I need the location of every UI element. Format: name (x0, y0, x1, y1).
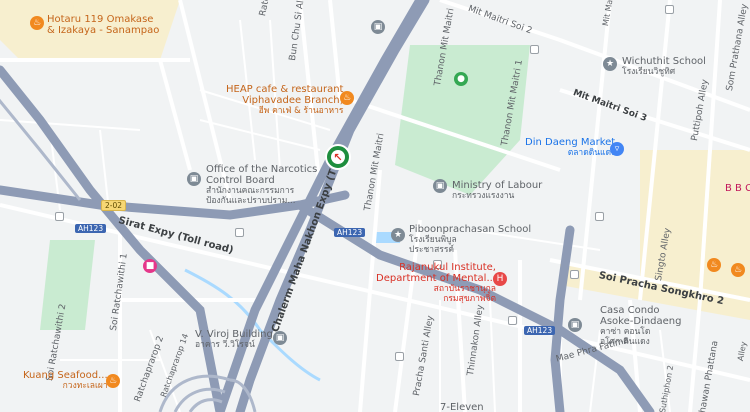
place-din-daeng-market[interactable]: Din Daeng Market ตลาดดินแดง (525, 137, 615, 158)
restaurant-icon[interactable]: ♨ (707, 258, 721, 272)
school-icon[interactable]: ★ (391, 228, 405, 242)
selected-location-marker[interactable]: ↖ (325, 144, 351, 170)
bus-stop-icon[interactable] (508, 316, 517, 325)
bus-stop-icon[interactable] (570, 270, 579, 279)
ah123-shield: AH123 (334, 228, 366, 237)
place-ministry-of-labour[interactable]: Ministry of Labour กระทรวงแรงงาน (452, 180, 542, 201)
place-rajanukul-institute[interactable]: Rajanukul Institute, Department of Menta… (376, 262, 496, 304)
school-icon[interactable]: ★ (603, 57, 617, 71)
shopping-cart-icon[interactable]: ▿ (610, 142, 624, 156)
place-heap[interactable]: HEAP cafe & restaurant Viphavadee Branch… (226, 84, 343, 116)
shopping-bag-icon[interactable]: ■ (143, 259, 157, 273)
place-hotaru[interactable]: Hotaru 119 Omakase & Izakaya - Sanampao (47, 14, 159, 36)
place-casa-condo[interactable]: Casa Condo Asoke-Dindaeng คาซ่า คอนโด อโ… (600, 305, 682, 347)
place-narcotics[interactable]: Office of the Narcotics Control Board สำ… (206, 164, 317, 206)
route-shield: 2-02 (101, 200, 127, 211)
bus-stop-icon[interactable] (55, 212, 64, 221)
place-kuang-seafood[interactable]: Kuang Seafood... กวงทะเลเผา (23, 370, 108, 391)
restaurant-icon[interactable]: ♨ (30, 16, 44, 30)
government-building-icon[interactable]: ▣ (187, 172, 201, 186)
map-canvas[interactable]: 2-02 AH123 AH123 AH123 Mit Maitri Soi 2 … (0, 0, 750, 412)
place-wichuthit-school[interactable]: Wichuthit School โรงเรียนวิชูทิศ (622, 56, 706, 77)
place-v-viroj-building[interactable]: V. Viroj Building อาคาร วี.วิโรจน์ (195, 329, 273, 350)
park-icon[interactable]: ● (454, 72, 468, 86)
bus-stop-icon[interactable] (530, 45, 539, 54)
hospital-icon[interactable]: H (493, 272, 507, 286)
building-icon[interactable]: ▣ (568, 318, 582, 332)
restaurant-icon[interactable]: ♨ (731, 263, 745, 277)
ah123-shield: AH123 (75, 224, 107, 233)
bus-stop-icon[interactable] (665, 5, 674, 14)
building-icon[interactable]: ▣ (371, 20, 385, 34)
place-7-eleven[interactable]: 7-Eleven (440, 402, 484, 412)
bus-stop-icon[interactable] (395, 352, 404, 361)
place-piboonprachasan-school[interactable]: Piboonprachasan School โรงเรียนพิบูล ประ… (409, 224, 531, 255)
ah123-shield: AH123 (524, 326, 556, 335)
arrow-icon: ↖ (331, 150, 345, 164)
government-building-icon[interactable]: ▣ (433, 179, 447, 193)
restaurant-icon[interactable]: ♨ (106, 374, 120, 388)
bus-stop-icon[interactable] (595, 212, 604, 221)
bus-stop-icon[interactable] (235, 228, 244, 237)
restaurant-icon[interactable]: ♨ (340, 91, 354, 105)
place-bbc[interactable]: B B C (725, 183, 750, 194)
building-icon[interactable]: ▣ (273, 331, 287, 345)
